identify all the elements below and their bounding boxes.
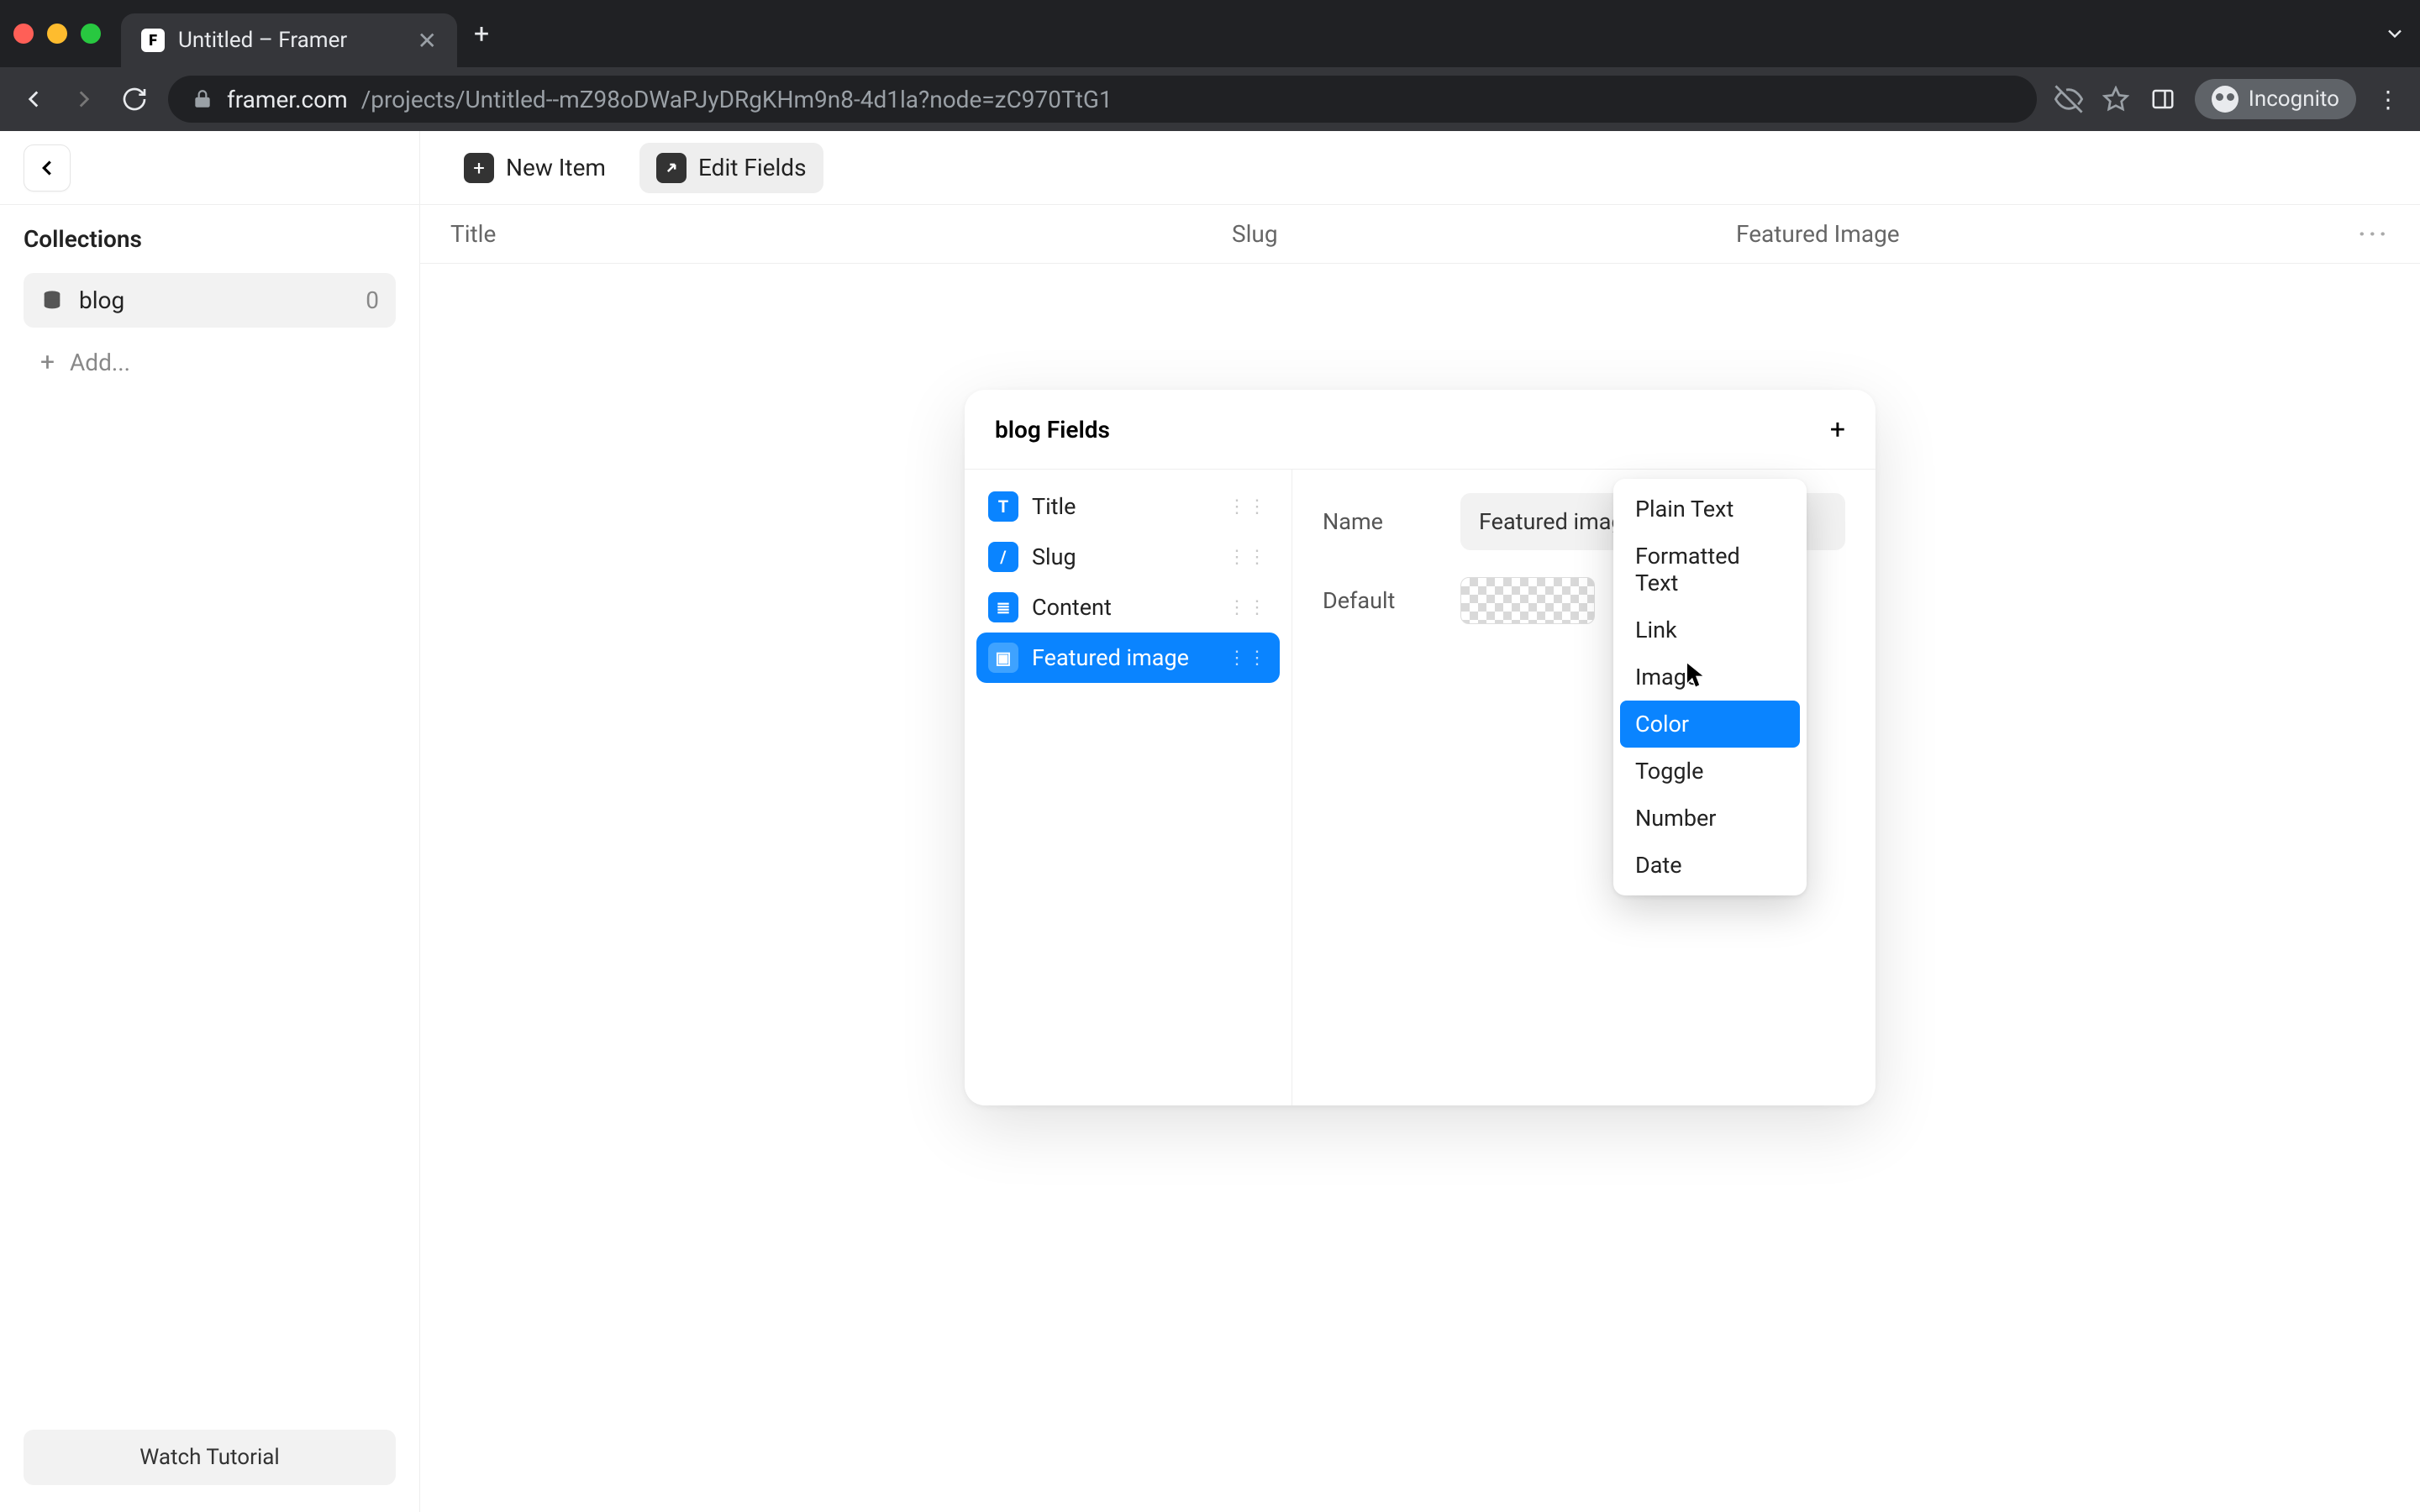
close-tab-icon[interactable]: ✕ [418,27,437,55]
incognito-icon [2212,86,2238,113]
tab-title: Untitled – Framer [178,28,404,53]
reload-button[interactable] [118,86,151,113]
new-item-button[interactable]: New Item [447,143,623,193]
add-label: Add... [70,349,130,376]
new-item-label: New Item [506,154,606,181]
content-column-headers: Title Slug Featured Image ··· [420,205,2420,264]
field-label: Title [1032,493,1076,520]
field-type-option[interactable]: Plain Text [1620,486,1800,533]
field-label: Slug [1032,543,1076,570]
kebab-menu-icon[interactable]: ⋮ [2373,86,2403,113]
default-image-preview[interactable] [1460,577,1595,624]
field-type-option[interactable]: Color [1620,701,1800,748]
browser-tab-strip: F Untitled – Framer ✕ + [0,0,2420,67]
address-bar[interactable]: framer.com/projects/Untitled--mZ98oDWaPJ… [168,76,2037,123]
main-area: New Item Edit Fields Title Slug Featured… [420,131,2420,1512]
add-collection-button[interactable]: + Add... [24,334,396,391]
column-title: Title [450,220,1232,248]
field-row-slug[interactable]: / Slug ⋮⋮ [976,532,1280,582]
content-field-icon: ≣ [988,592,1018,622]
tab-overflow-icon[interactable] [2383,22,2407,45]
name-label: Name [1323,508,1440,535]
field-type-option[interactable]: Formatted Text [1620,533,1800,606]
new-tab-button[interactable]: + [474,18,489,50]
incognito-indicator[interactable]: Incognito [2195,79,2356,119]
column-featured-image: Featured Image [1736,220,2359,248]
field-type-option[interactable]: Image [1620,654,1800,701]
app-back-button[interactable] [24,144,71,192]
watch-tutorial-button[interactable]: Watch Tutorial [24,1430,396,1485]
image-field-icon: ▣ [988,643,1018,673]
window-controls [13,24,101,44]
minimize-window-button[interactable] [47,24,67,44]
drag-handle-icon[interactable]: ⋮⋮ [1228,496,1268,517]
slug-field-icon: / [988,542,1018,572]
maximize-window-button[interactable] [81,24,101,44]
modal-title: blog Fields [995,416,1110,444]
plus-icon: + [40,348,55,377]
collection-count: 0 [366,286,379,314]
url-path: /projects/Untitled--mZ98oDWaPJyDRgKHm9n8… [361,86,1113,113]
database-icon [40,289,64,312]
lock-icon [192,88,213,110]
panel-icon[interactable] [2148,87,2178,112]
collection-item-blog[interactable]: blog 0 [24,273,396,328]
tab-favicon: F [141,29,165,52]
field-row-title[interactable]: T Title ⋮⋮ [976,481,1280,532]
field-row-content[interactable]: ≣ Content ⋮⋮ [976,582,1280,633]
column-more-icon[interactable]: ··· [2359,220,2390,248]
drag-handle-icon[interactable]: ⋮⋮ [1228,547,1268,568]
collections-heading: Collections [24,225,396,253]
add-field-button[interactable]: + [1830,413,1845,445]
edit-square-icon [656,153,687,183]
forward-button[interactable] [67,85,101,113]
drag-handle-icon[interactable]: ⋮⋮ [1228,597,1268,618]
field-type-option[interactable]: Toggle [1620,748,1800,795]
field-type-option[interactable]: Number [1620,795,1800,842]
close-window-button[interactable] [13,24,34,44]
back-button[interactable] [17,85,50,113]
field-label: Content [1032,594,1112,621]
bookmark-star-icon[interactable] [2101,86,2131,113]
collection-label: blog [79,286,124,314]
field-label: Featured image [1032,644,1189,671]
drag-handle-icon[interactable]: ⋮⋮ [1228,648,1268,669]
browser-tab[interactable]: F Untitled – Framer ✕ [121,13,457,67]
content-toolbar: New Item Edit Fields [420,131,2420,205]
incognito-label: Incognito [2249,87,2339,112]
edit-fields-label: Edit Fields [698,154,807,181]
eye-off-icon[interactable] [2054,85,2084,113]
sidebar: Collections blog 0 + Add... Watch Tutori… [0,131,420,1512]
field-type-option[interactable]: Link [1620,606,1800,654]
browser-toolbar: framer.com/projects/Untitled--mZ98oDWaPJ… [0,67,2420,131]
field-type-option[interactable]: Date [1620,842,1800,889]
watch-tutorial-label: Watch Tutorial [139,1445,280,1470]
field-row-featured-image[interactable]: ▣ Featured image ⋮⋮ [976,633,1280,683]
edit-fields-button[interactable]: Edit Fields [639,143,823,193]
url-host: framer.com [227,86,348,113]
field-type-menu: Plain TextFormatted TextLinkImageColorTo… [1613,479,1807,895]
default-label: Default [1323,587,1440,614]
fields-list: T Title ⋮⋮ / Slug ⋮⋮ ≣ Content ⋮⋮ [965,470,1292,1105]
column-slug: Slug [1232,220,1736,248]
text-field-icon: T [988,491,1018,522]
plus-square-icon [464,153,494,183]
